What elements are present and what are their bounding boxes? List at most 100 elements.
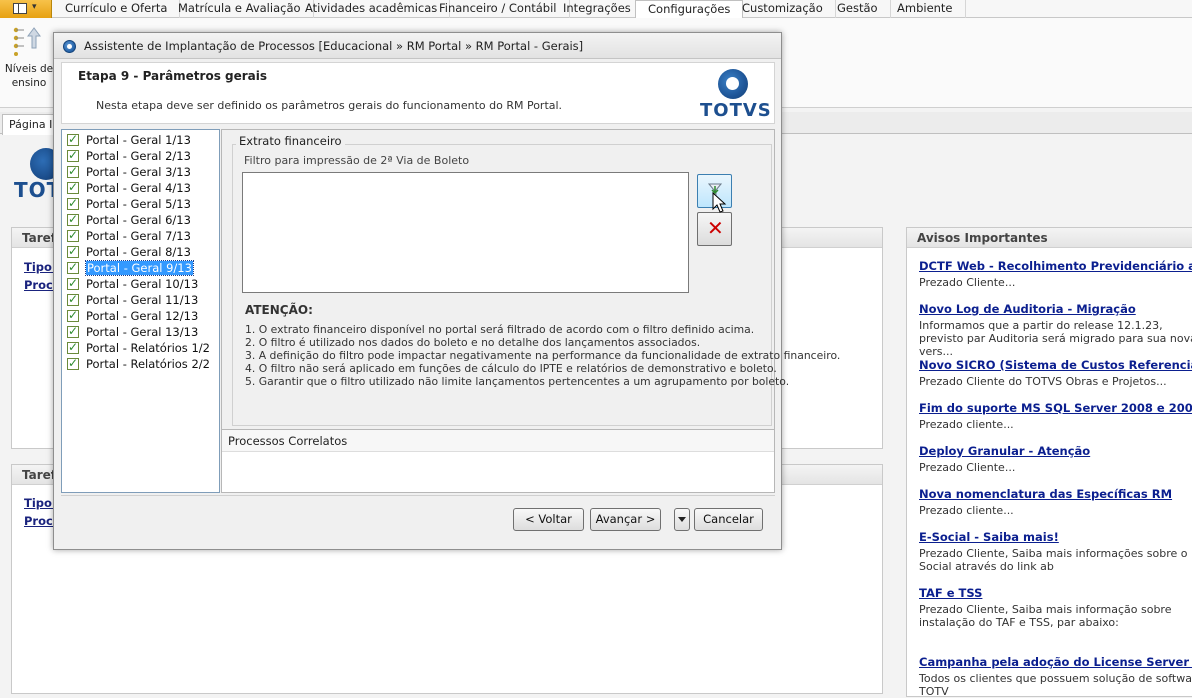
aviso-item: Nova nomenclatura das Específicas RM Pre… <box>919 487 1192 517</box>
aviso-title-link[interactable]: Campanha pela adoção do License Server V… <box>919 655 1192 669</box>
mouse-cursor-icon <box>712 192 727 213</box>
dialog-title-bar[interactable]: Assistente de Implantação de Processos [… <box>54 33 781 59</box>
wizard-dialog: Assistente de Implantação de Processos [… <box>53 32 840 550</box>
aviso-item: E-Social - Saiba mais! Prezado Cliente, … <box>919 530 1192 573</box>
tab-ambiente[interactable]: Ambiente <box>885 0 966 18</box>
clear-filter-button[interactable]: ✕ <box>697 212 732 246</box>
related-processes-title: Processos Correlatos <box>222 430 774 452</box>
totvs-logo-mark <box>718 69 748 99</box>
step-label: Portal - Geral 9/13 <box>85 260 194 276</box>
step-label: Portal - Geral 10/13 <box>86 277 199 291</box>
aviso-title-link[interactable]: Deploy Granular - Atenção <box>919 444 1192 458</box>
step-label: Portal - Geral 8/13 <box>86 245 191 259</box>
step-item[interactable]: Portal - Geral 10/13 <box>62 275 219 292</box>
aviso-title-link[interactable]: TAF e TSS <box>919 586 1192 600</box>
close-icon: ✕ <box>707 216 724 240</box>
aviso-item: Novo SICRO (Sistema de Custos Referencia… <box>919 358 1192 388</box>
step-title: Etapa 9 - Parâmetros gerais <box>78 69 268 83</box>
step-item[interactable]: Portal - Geral 4/13 <box>62 179 219 196</box>
tab-financeiro-contabil[interactable]: Financeiro / Contábil <box>427 0 570 18</box>
aviso-desc: Prezado cliente... <box>919 418 1014 431</box>
aviso-title-link[interactable]: E-Social - Saiba mais! <box>919 530 1192 544</box>
step-item[interactable]: Portal - Geral 6/13 <box>62 211 219 228</box>
aviso-item: Deploy Granular - Atenção Prezado Client… <box>919 444 1192 474</box>
step-item[interactable]: Portal - Geral 5/13 <box>62 195 219 212</box>
step-label: Portal - Geral 13/13 <box>86 325 199 339</box>
checkbox-checked-icon <box>67 323 79 339</box>
dialog-title: Assistente de Implantação de Processos [… <box>84 39 584 53</box>
levels-icon[interactable] <box>10 26 42 56</box>
tab-integracoes[interactable]: Integrações <box>551 0 644 18</box>
group-title: Extrato financeiro <box>236 134 345 148</box>
attention-list: 1. O extrato financeiro disponível no po… <box>245 323 840 388</box>
aviso-title-link[interactable]: DCTF Web - Recolhimento Previdenciário a… <box>919 259 1192 273</box>
step-label: Portal - Geral 1/13 <box>86 133 191 147</box>
checkbox-checked-icon <box>67 195 79 211</box>
chevron-down-icon: ▾ <box>32 2 37 12</box>
tab-gestao[interactable]: Gestão <box>825 0 891 18</box>
step-item[interactable]: Portal - Geral 2/13 <box>62 147 219 164</box>
aviso-desc: Prezado Cliente... <box>919 276 1016 289</box>
step-description: Nesta etapa deve ser definido os parâmet… <box>96 99 563 112</box>
checkbox-checked-icon <box>67 355 79 371</box>
cancel-button[interactable]: Cancelar <box>694 508 763 531</box>
checkbox-checked-icon <box>67 243 79 259</box>
tab-curriculo-oferta[interactable]: Currículo e Oferta <box>53 0 181 18</box>
step-label: Portal - Geral 4/13 <box>86 181 191 195</box>
tab-configuracoes[interactable]: Configurações <box>635 0 744 19</box>
next-button[interactable]: Avançar > <box>590 508 661 531</box>
checkbox-checked-icon <box>67 227 79 243</box>
tab-customizacao[interactable]: Customização <box>730 0 836 18</box>
checkbox-checked-icon <box>67 211 79 227</box>
levels-button-label[interactable]: Níveis de ensino <box>4 62 54 90</box>
tab-matricula-avaliacao[interactable]: Matrícula e Avaliação <box>166 0 314 18</box>
filter-textarea[interactable] <box>242 172 689 293</box>
aviso-title-link[interactable]: Novo SICRO (Sistema de Custos Referencia… <box>919 358 1192 372</box>
avisos-panel-title: Avisos Importantes <box>907 228 1192 248</box>
attention-item: 3. A definição do filtro pode impactar n… <box>245 349 841 362</box>
checkbox-checked-icon <box>67 147 79 163</box>
totvs-logo: TOTVS <box>14 148 92 208</box>
aviso-title-link[interactable]: Fim do suporte MS SQL Server 2008 e 2008… <box>919 401 1192 415</box>
checkbox-checked-icon <box>67 339 79 355</box>
attention-item: 2. O filtro é utilizado nos dados do bol… <box>245 336 701 349</box>
more-options-dropdown[interactable] <box>674 508 690 531</box>
aviso-desc: Prezado Cliente, Saiba mais informações … <box>919 547 1192 573</box>
aviso-title-link[interactable]: Nova nomenclatura das Específicas RM <box>919 487 1192 501</box>
step-item-selected[interactable]: Portal - Geral 9/13 <box>62 259 219 276</box>
back-button[interactable]: < Voltar <box>513 508 584 531</box>
tab-pagina-inicial[interactable]: Página Inicial <box>2 114 56 135</box>
step-label: Portal - Geral 6/13 <box>86 213 191 227</box>
related-processes-panel: Processos Correlatos <box>221 429 775 493</box>
checkbox-checked-icon <box>67 131 79 147</box>
step-item[interactable]: Portal - Geral 8/13 <box>62 243 219 260</box>
step-item[interactable]: Portal - Geral 11/13 <box>62 291 219 308</box>
aviso-desc: Prezado cliente... <box>919 504 1014 517</box>
attention-item: 4. O filtro não será aplicado em funções… <box>245 362 777 375</box>
footer-divider <box>61 495 775 496</box>
wizard-header: Etapa 9 - Parâmetros gerais Nesta etapa … <box>61 62 775 124</box>
step-item[interactable]: Portal - Geral 3/13 <box>62 163 219 180</box>
step-item[interactable]: Portal - Geral 12/13 <box>62 307 219 324</box>
step-label: Portal - Geral 7/13 <box>86 229 191 243</box>
aviso-desc: Prezado Cliente... <box>919 461 1016 474</box>
avisos-panel: Avisos Importantes DCTF Web - Recolhimen… <box>906 227 1192 698</box>
checkbox-checked-icon <box>67 179 79 195</box>
step-list: Portal - Geral 1/13 Portal - Geral 2/13 … <box>61 129 220 493</box>
step-label: Portal - Relatórios 1/2 <box>86 341 210 355</box>
step-item[interactable]: Portal - Relatórios 2/2 <box>62 355 219 372</box>
step-item[interactable]: Portal - Geral 1/13 <box>62 131 219 148</box>
aviso-item: Novo Log de Auditoria - Migração Informa… <box>919 302 1192 358</box>
step-item[interactable]: Portal - Relatórios 1/2 <box>62 339 219 356</box>
app-menu-button[interactable]: ▾ <box>0 0 52 18</box>
totvs-logo-text: TOTVS <box>700 100 772 121</box>
step-item[interactable]: Portal - Geral 13/13 <box>62 323 219 340</box>
aviso-title-link[interactable]: Novo Log de Auditoria - Migração <box>919 302 1192 316</box>
ribbon-tab-bar: ▾ Currículo e Oferta Matrícula e Avaliaç… <box>0 0 1192 19</box>
step-label: Portal - Geral 12/13 <box>86 309 199 323</box>
step-label: Portal - Relatórios 2/2 <box>86 357 210 371</box>
step-item[interactable]: Portal - Geral 7/13 <box>62 227 219 244</box>
aviso-desc: Todos os clientes que possuem solução de… <box>919 672 1192 698</box>
checkbox-checked-icon <box>67 291 79 307</box>
checkbox-checked-icon <box>67 275 79 291</box>
